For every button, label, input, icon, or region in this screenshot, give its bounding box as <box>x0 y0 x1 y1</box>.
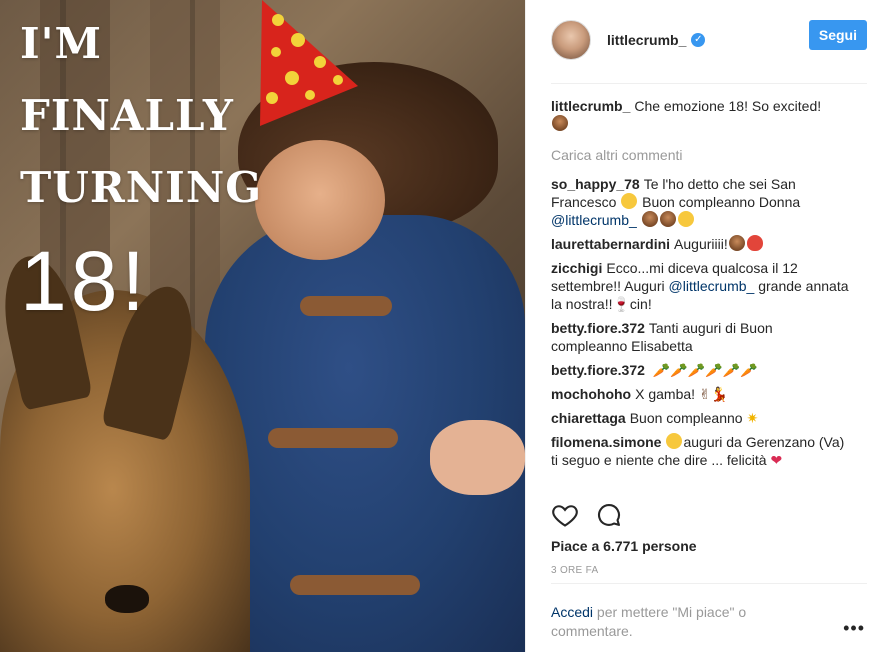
cake-icon <box>659 211 676 227</box>
more-options-button[interactable]: ••• <box>843 618 865 639</box>
post-actions <box>551 495 851 535</box>
login-prompt: Accedi per mettere "Mi piace" o commenta… <box>551 603 811 641</box>
likes-count[interactable]: Piace a 6.771 persone <box>551 538 697 554</box>
comment-text: cin! <box>629 296 652 312</box>
cake-icon <box>728 235 745 251</box>
caption-author[interactable]: littlecrumb_ <box>551 98 630 114</box>
face-icon <box>677 211 694 227</box>
list-item: betty.fiore.372 Tanti auguri di Buon comp… <box>551 319 851 355</box>
cake-icon <box>641 211 658 227</box>
comment-author[interactable]: zicchigi <box>551 260 602 276</box>
comments-list[interactable]: littlecrumb_ Che emozione 18! So excited!… <box>551 97 851 487</box>
coat-toggle <box>300 296 392 316</box>
cake-icon <box>552 115 568 131</box>
post-timestamp[interactable]: 3 ORE FA <box>551 565 598 576</box>
overlay-line: 18! <box>20 234 149 328</box>
heart-icon: ❤ <box>770 452 783 468</box>
comment-author[interactable]: laurettabernardini <box>551 236 670 252</box>
child-face <box>255 140 385 260</box>
sparkle-icon: ✷ <box>746 410 759 426</box>
load-more-comments-link[interactable]: Carica altri commenti <box>551 147 851 163</box>
list-item: chiarettaga Buon compleanno ✷ <box>551 409 851 427</box>
coat-toggle <box>268 428 398 448</box>
overlay-line: I'M <box>20 19 102 68</box>
comment-text: Buon compleanno <box>629 410 743 426</box>
dog-nose <box>105 585 149 613</box>
carrot-icon: 🥕🥕🥕🥕🥕🥕 <box>652 362 758 378</box>
post-side-panel: littlecrumb_ ✓ Segui littlecrumb_ Che emo… <box>525 0 875 652</box>
speech-bubble-icon[interactable] <box>595 501 623 529</box>
mention-link[interactable]: @littlecrumb_ <box>551 212 637 228</box>
avatar[interactable] <box>551 19 591 60</box>
smile-icon <box>666 433 683 449</box>
username-link[interactable]: littlecrumb_ <box>607 32 686 48</box>
comment-author[interactable]: mochohoho <box>551 386 631 402</box>
comment-author[interactable]: chiarettaga <box>551 410 626 426</box>
post-photo[interactable]: I'M FINALLY TURNING 18! <box>0 0 525 652</box>
overlay-line: FINALLY <box>20 91 234 140</box>
photo-overlay-text: I'M FINALLY TURNING 18! <box>20 20 262 350</box>
caption-text: Che emozione 18! So excited! <box>634 98 822 114</box>
list-item: so_happy_78 Te l'ho detto che sei San Fra… <box>551 175 851 229</box>
child-hand <box>430 420 525 495</box>
post-header: littlecrumb_ ✓ Segui <box>551 0 867 84</box>
wine-glass-icon: 🍷 <box>612 296 630 312</box>
list-item: filomena.simone auguri da Gerenzano (Va) … <box>551 433 851 469</box>
heart-eyes-icon <box>621 193 638 209</box>
comment-text: Buon compleanno Donna <box>642 194 801 210</box>
heart-outline-icon[interactable] <box>551 501 579 529</box>
balloon-icon <box>746 235 763 251</box>
dancer-icon: 💃 <box>710 386 729 402</box>
caption: littlecrumb_ Che emozione 18! So excited! <box>551 97 851 133</box>
login-link[interactable]: Accedi <box>551 604 593 620</box>
overlay-line: TURNING <box>20 163 263 212</box>
follow-button[interactable]: Segui <box>808 19 867 50</box>
comment-author[interactable]: so_happy_78 <box>551 176 640 192</box>
list-item: laurettabernardini Auguriiii! <box>551 235 851 253</box>
coat-toggle <box>290 575 420 595</box>
peace-hand-icon: ✌ <box>698 386 711 402</box>
comment-text: X gamba! <box>635 386 696 402</box>
verified-badge-icon: ✓ <box>691 32 706 47</box>
comment-author[interactable]: betty.fiore.372 <box>551 362 645 378</box>
list-item: mochohoho X gamba! ✌💃 <box>551 385 851 403</box>
comment-text: Auguriiii! <box>674 236 728 252</box>
instagram-post: I'M FINALLY TURNING 18! littlecrumb_ ✓ S… <box>0 0 875 652</box>
party-hat-icon <box>260 0 358 126</box>
divider <box>551 583 867 584</box>
comment-author[interactable]: filomena.simone <box>551 434 661 450</box>
mention-link[interactable]: @littlecrumb_ <box>669 278 755 294</box>
list-item: betty.fiore.372 🥕🥕🥕🥕🥕🥕 <box>551 361 851 379</box>
list-item: zicchigi Ecco...mi diceva qualcosa il 12 … <box>551 259 851 313</box>
comment-author[interactable]: betty.fiore.372 <box>551 320 645 336</box>
